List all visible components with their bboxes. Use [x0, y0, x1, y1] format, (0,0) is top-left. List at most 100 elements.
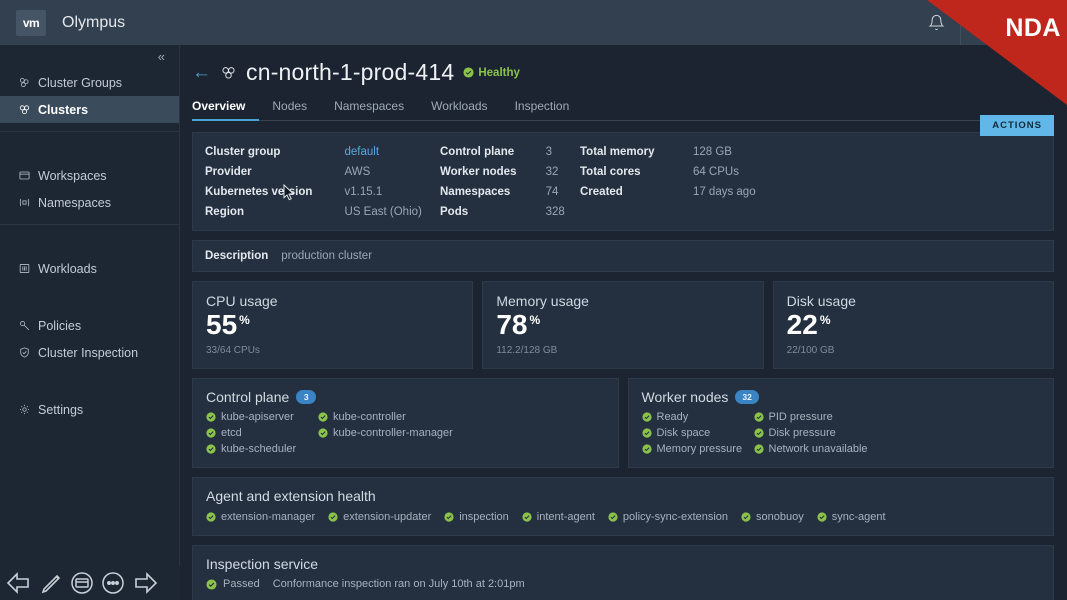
inspection-status-row: Passed Conformance inspection ran on Jul…	[206, 578, 1040, 590]
inspection-status-label: Passed	[223, 578, 260, 591]
sidebar-collapse-button[interactable]: «	[0, 45, 179, 67]
summary-key: Region	[205, 206, 244, 218]
bottom-toolbar	[0, 566, 180, 600]
summary-value: US East (Ohio)	[344, 206, 422, 218]
disk-usage-value: 22%	[787, 310, 1040, 339]
check-item: kube-scheduler	[206, 443, 318, 455]
back-button[interactable]: ←	[192, 63, 211, 82]
tab-bar: Overview Nodes Namespaces Workloads Insp…	[192, 95, 1053, 121]
tab-namespaces[interactable]: Namespaces	[334, 95, 418, 121]
description-value: production cluster	[281, 250, 373, 262]
control-plane-checks: kube-apiserver etcd kube-scheduler kube-…	[206, 411, 605, 455]
disk-usage-unit: %	[819, 312, 831, 327]
worker-nodes-card: Worker nodes 32 Ready Disk space Memory …	[627, 378, 1054, 469]
sidebar-item-workspaces[interactable]: Workspaces	[0, 162, 179, 189]
pencil-icon[interactable]	[37, 570, 65, 596]
summary-key: Cluster group	[205, 146, 281, 158]
summary-key: Created	[580, 186, 623, 198]
check-circle-icon	[741, 512, 751, 522]
actions-button[interactable]: ACTIONS	[980, 115, 1054, 136]
sidebar-item-policies[interactable]: Policies	[0, 312, 179, 339]
page-header: ← cn-north-1-prod-414 Healthy Overview N…	[180, 45, 1067, 121]
status-badge-label: Healthy	[478, 66, 520, 79]
check-circle-icon	[753, 444, 764, 454]
policies-icon	[18, 319, 38, 332]
title-row: ← cn-north-1-prod-414 Healthy	[192, 59, 1053, 86]
check-item: Disk space	[641, 427, 754, 439]
check-label: etcd	[221, 427, 242, 440]
sidebar-item-settings[interactable]: Settings	[0, 396, 179, 423]
check-item: Ready	[641, 411, 754, 423]
summary-value: v1.15.1	[344, 186, 383, 198]
memory-usage-number: 78	[496, 309, 528, 340]
check-item: kube-controller-manager	[318, 427, 453, 439]
sidebar-item-cluster-groups[interactable]: Cluster Groups	[0, 69, 179, 96]
vm-logo[interactable]: vm	[16, 9, 46, 36]
check-item: Disk pressure	[753, 427, 868, 439]
sidebar-group-2: Workspaces Namespaces	[0, 160, 179, 216]
sidebar-group-3: Workloads	[0, 253, 179, 282]
workloads-icon	[18, 262, 38, 275]
agent-item: sonobuoy	[741, 511, 804, 523]
agent-label: extension-updater	[343, 511, 432, 524]
cluster-inspection-icon	[18, 346, 38, 359]
clusters-icon	[18, 103, 38, 116]
sidebar-item-workloads[interactable]: Workloads	[0, 255, 179, 282]
summary-value: 328	[545, 206, 565, 218]
back-arrow-icon[interactable]	[4, 570, 34, 596]
bell-icon[interactable]	[914, 0, 960, 45]
app-window: vm Olympus Sha NDA « Cluster Groups Clus…	[0, 0, 1067, 600]
sidebar-label: Policies	[38, 318, 82, 333]
agent-label: sonobuoy	[756, 511, 804, 524]
cluster-groups-icon	[18, 76, 38, 89]
description-card: Description production cluster	[192, 240, 1054, 272]
tab-nodes[interactable]: Nodes	[272, 95, 321, 121]
check-circle-icon	[641, 444, 652, 454]
check-label: kube-apiserver	[221, 411, 294, 424]
summary-value: 32	[545, 166, 559, 178]
tab-workloads[interactable]: Workloads	[431, 95, 501, 121]
page-title: cn-north-1-prod-414	[246, 59, 455, 85]
summary-value: 64 CPUs	[692, 166, 739, 178]
cpu-usage-value: 55%	[206, 310, 459, 339]
tab-inspection[interactable]: Inspection	[515, 95, 584, 121]
check-circle-icon	[463, 67, 474, 78]
agent-label: sync-agent	[831, 511, 886, 524]
check-item: Network unavailable	[753, 443, 868, 455]
summary-key: Kubernetes version	[205, 186, 313, 198]
sidebar-item-clusters[interactable]: Clusters	[0, 96, 179, 123]
more-icon[interactable]	[99, 570, 127, 596]
forward-arrow-icon[interactable]	[130, 570, 160, 596]
cpu-usage-number: 55	[206, 309, 238, 340]
check-item: PID pressure	[753, 411, 868, 424]
collapse-chevron-icon: «	[157, 48, 165, 64]
disk-usage-number: 22	[786, 309, 818, 340]
check-circle-icon	[206, 412, 216, 422]
check-circle-icon	[206, 579, 217, 590]
control-plane-count-badge: 3	[296, 390, 317, 405]
settings-icon	[18, 403, 38, 416]
summary-column-3: Total memory 128 GB Total cores 64 CPUs …	[580, 143, 780, 221]
cpu-usage-unit: %	[239, 312, 250, 327]
check-circle-icon	[318, 412, 328, 422]
check-item: Memory pressure	[641, 443, 754, 455]
user-name-label[interactable]: Sha	[1006, 16, 1067, 30]
summary-column-1: Cluster group default Provider AWS Kuber…	[205, 143, 440, 221]
help-icon[interactable]	[959, 0, 1006, 45]
sidebar-item-cluster-inspection[interactable]: Cluster Inspection	[0, 339, 179, 366]
sidebar-divider-2	[0, 224, 179, 225]
check-label: PID pressure	[768, 411, 833, 424]
sidebar-label: Settings	[38, 402, 84, 417]
check-label: kube-scheduler	[221, 443, 297, 456]
cluster-group-link[interactable]: default	[345, 143, 440, 161]
screen-icon[interactable]	[68, 570, 96, 596]
top-header-bar: vm Olympus Sha	[0, 0, 1067, 45]
tab-overview[interactable]: Overview	[192, 95, 260, 121]
sidebar-label: Cluster Inspection	[38, 345, 139, 360]
agent-item: sync-agent	[817, 511, 886, 523]
check-circle-icon	[206, 512, 216, 522]
sidebar-item-namespaces[interactable]: Namespaces	[0, 189, 179, 216]
sidebar-group-4: Policies Cluster Inspection	[0, 310, 179, 366]
